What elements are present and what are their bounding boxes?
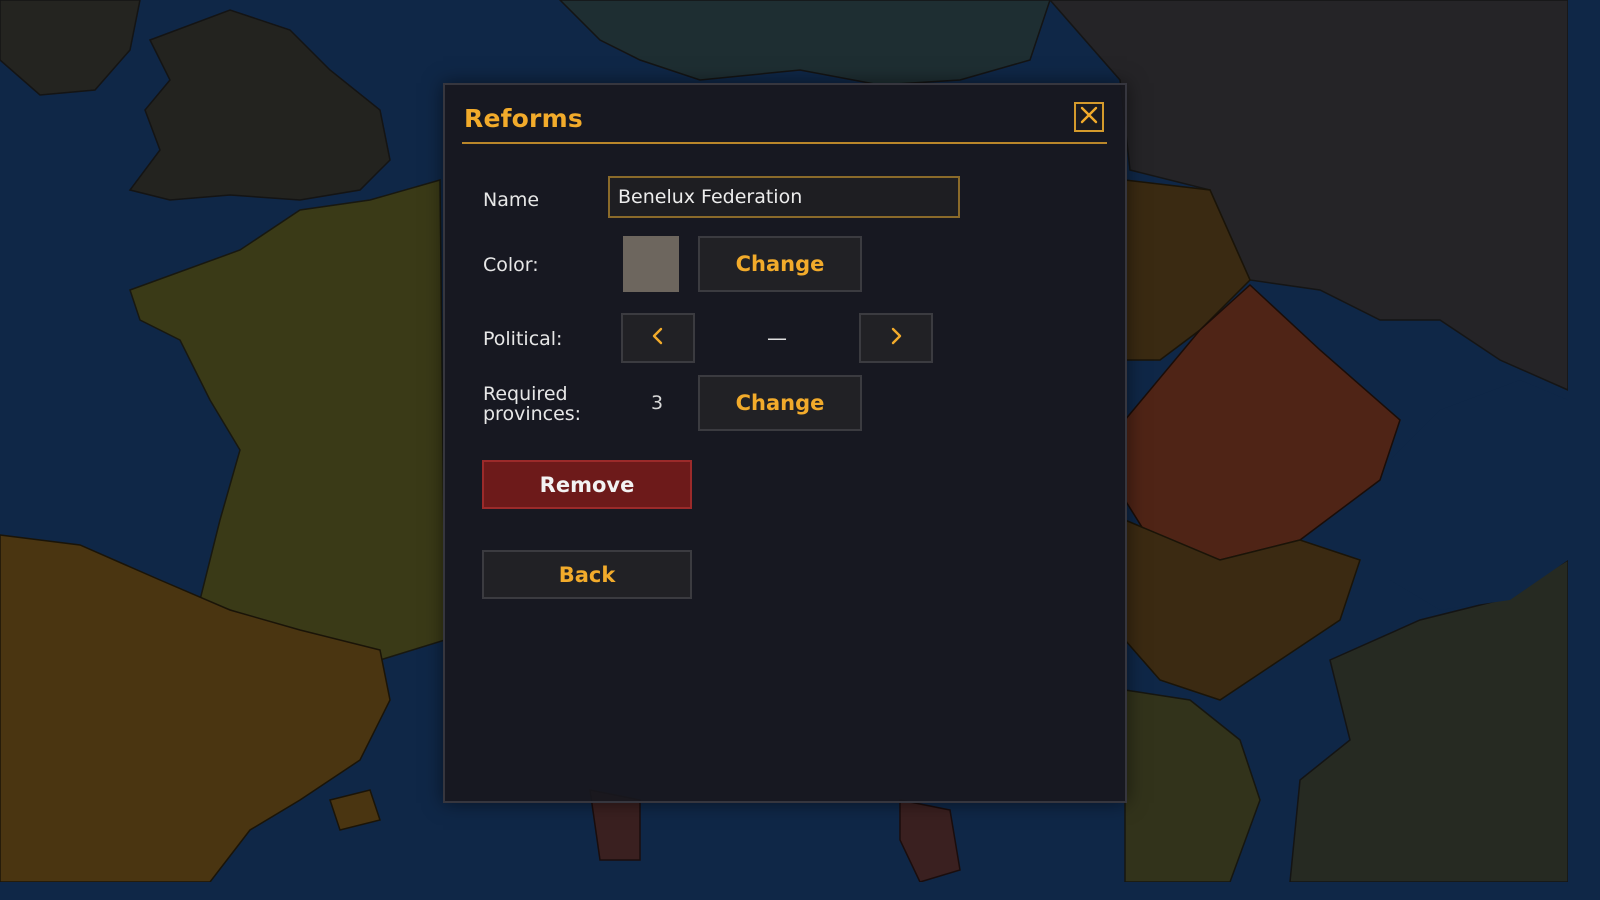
political-next-button[interactable] — [859, 313, 933, 363]
chevron-right-icon — [889, 326, 903, 350]
remove-button[interactable]: Remove — [482, 460, 692, 509]
title-divider — [462, 142, 1107, 144]
required-provinces-value: 3 — [650, 392, 664, 414]
change-provinces-button[interactable]: Change — [698, 375, 862, 431]
dialog-title: Reforms — [464, 104, 583, 133]
close-icon — [1080, 106, 1098, 128]
back-button[interactable]: Back — [482, 550, 692, 599]
name-label: Name — [483, 189, 540, 211]
political-prev-button[interactable] — [621, 313, 695, 363]
political-label: Political: — [483, 328, 563, 350]
required-provinces-label-line1: Required — [483, 383, 568, 405]
color-label: Color: — [483, 254, 539, 276]
chevron-left-icon — [651, 326, 665, 350]
reforms-dialog: Reforms Name Color: Change Political: — … — [443, 83, 1127, 803]
political-value: — — [767, 326, 787, 350]
color-swatch — [623, 236, 679, 292]
required-provinces-label-line2: provinces: — [483, 403, 582, 425]
name-input[interactable] — [608, 176, 960, 218]
change-color-button[interactable]: Change — [698, 236, 862, 292]
close-button[interactable] — [1074, 102, 1104, 132]
